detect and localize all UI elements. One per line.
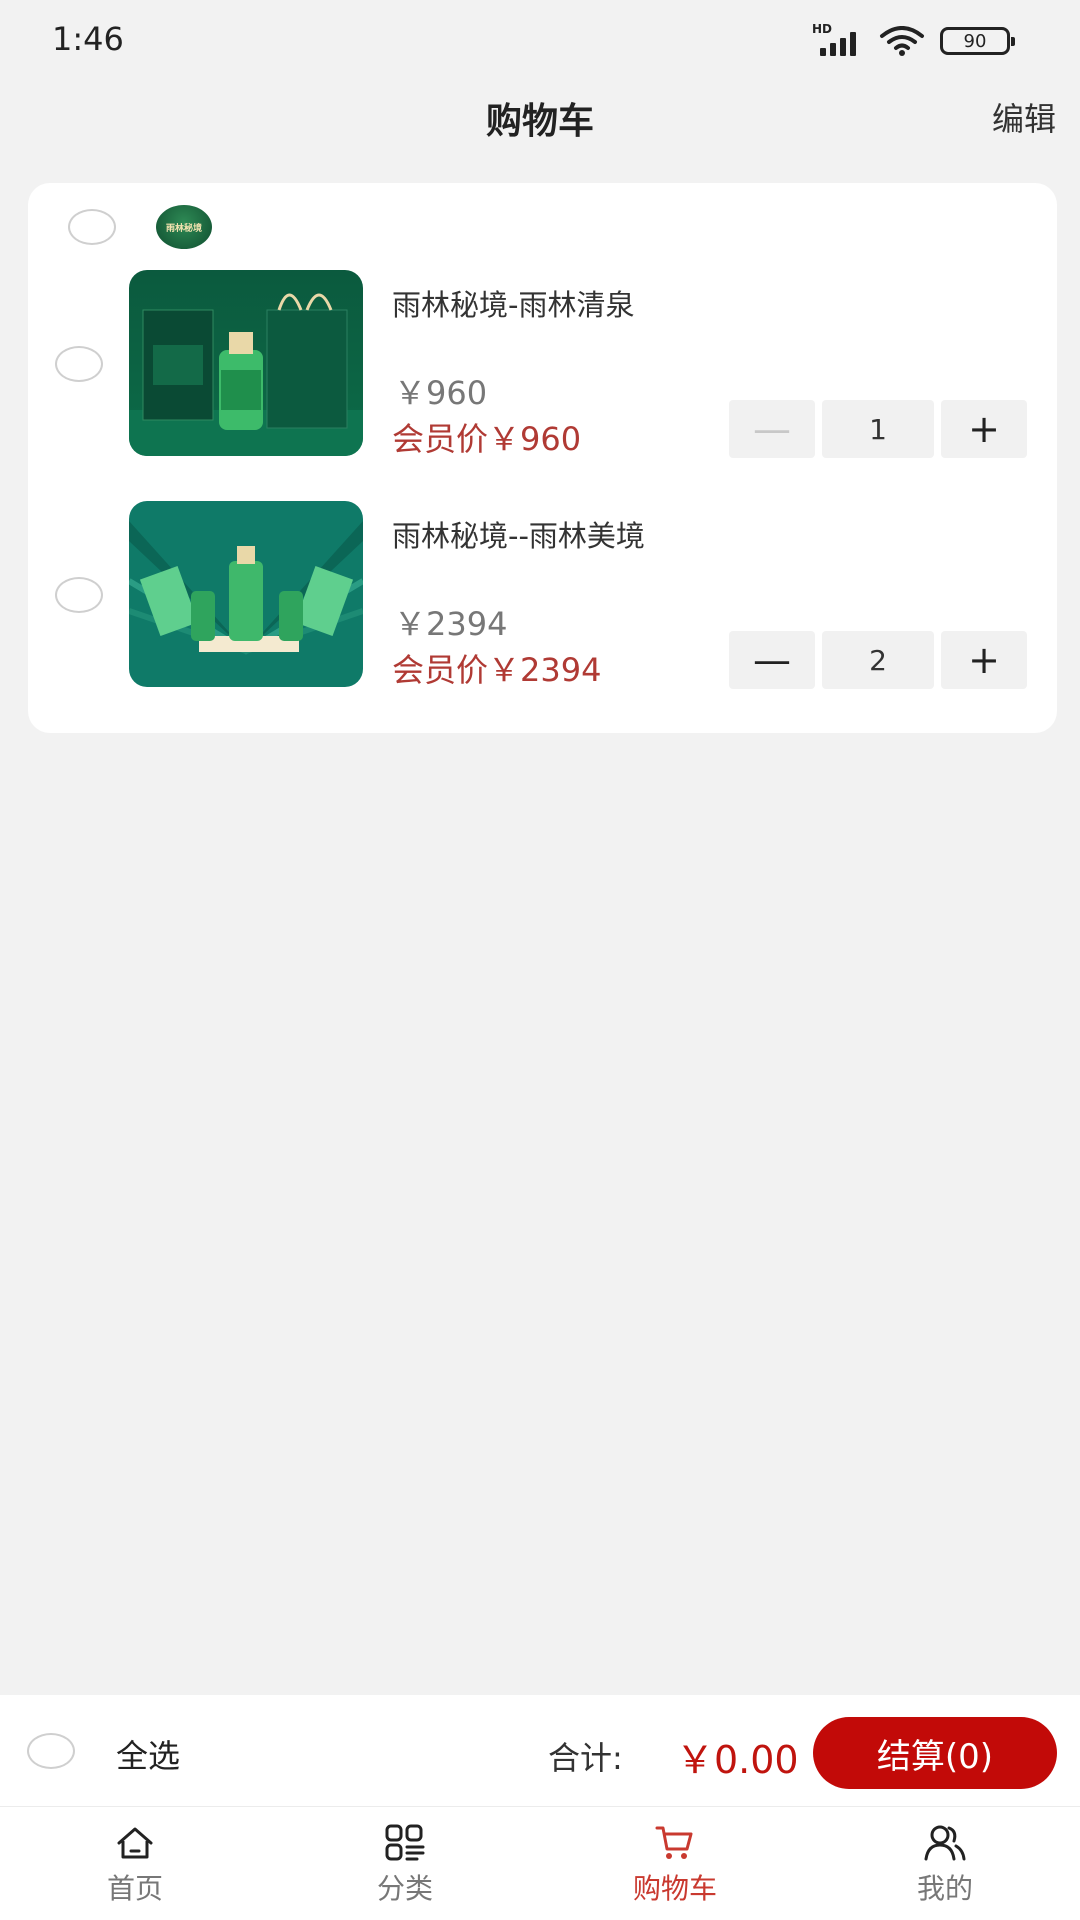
product-name[interactable]: 雨林秘境--雨林美境 [392,513,645,555]
store-select-radio[interactable] [68,209,116,245]
decrease-quantity-button[interactable]: — [729,400,815,458]
checkout-button[interactable]: 结算(0) [813,1717,1057,1789]
quantity-stepper: — 2 + [729,631,1027,689]
decrease-quantity-button[interactable]: — [729,631,815,689]
signal-icon: HD [812,22,864,56]
tab-label: 分类 [376,1872,433,1905]
tab-label: 首页 [106,1872,163,1905]
store-logo: 雨林秘境 [156,205,212,249]
wifi-icon [880,26,924,56]
store-logo-text: 雨林秘境 [165,223,202,234]
tab-profile[interactable]: 我的 [810,1807,1080,1920]
quantity-stepper: — 1 + [729,400,1027,458]
total-value: ￥0.00 [676,1738,799,1782]
product-image-art [129,501,363,687]
select-all-label[interactable]: 全选 [116,1731,180,1777]
quantity-value[interactable]: 2 [822,631,934,689]
home-icon [117,1827,153,1859]
status-icons: HD 90 [812,22,1015,56]
tab-category[interactable]: 分类 [270,1807,540,1920]
tab-home[interactable]: 首页 [0,1807,270,1920]
status-time: 1:46 [52,20,124,58]
tab-label: 购物车 [632,1872,717,1905]
user-icon [924,1825,966,1861]
checkout-bar: 全选 合计: ￥0.00 结算(0) [0,1695,1080,1807]
bottom-tab-bar: 首页 分类 购物车 我的 [0,1807,1080,1920]
cart-item: 雨林秘境-雨林清泉 ￥960 会员价￥960 — 1 + [28,270,1057,458]
product-price: ￥960 [394,374,488,412]
cart-icon [655,1826,693,1859]
product-image[interactable] [129,270,363,456]
page-title: 购物车 [485,101,594,142]
increase-quantity-button[interactable]: + [941,400,1027,458]
product-name[interactable]: 雨林秘境-雨林清泉 [392,282,634,324]
increase-quantity-button[interactable]: + [941,631,1027,689]
edit-button[interactable]: 编辑 [992,94,1056,140]
product-image[interactable] [129,501,363,687]
quantity-value[interactable]: 1 [822,400,934,458]
tab-label: 我的 [916,1872,973,1905]
member-price: 会员价￥2394 [392,651,602,689]
total-label: 合计: [548,1739,623,1777]
status-bar: 1:46 HD 90 [0,0,1080,80]
select-all-radio[interactable] [27,1733,75,1769]
header: 购物车 编辑 [0,80,1080,150]
member-price: 会员价￥960 [392,420,582,458]
item-select-radio[interactable] [55,346,103,382]
battery-icon: 90 [940,27,1015,55]
cart-item: 雨林秘境--雨林美境 ￥2394 会员价￥2394 — 2 + [28,501,1057,689]
cart-store-card: 雨林秘境 雨林秘境-雨林清泉 ￥960 会员价￥960 — 1 + 雨林秘境--… [28,183,1057,733]
product-price: ￥2394 [394,605,508,643]
item-select-radio[interactable] [55,577,103,613]
tab-cart[interactable]: 购物车 [540,1807,810,1920]
product-image-art [129,270,363,456]
category-icon [385,1824,425,1861]
battery-level: 90 [963,30,987,52]
